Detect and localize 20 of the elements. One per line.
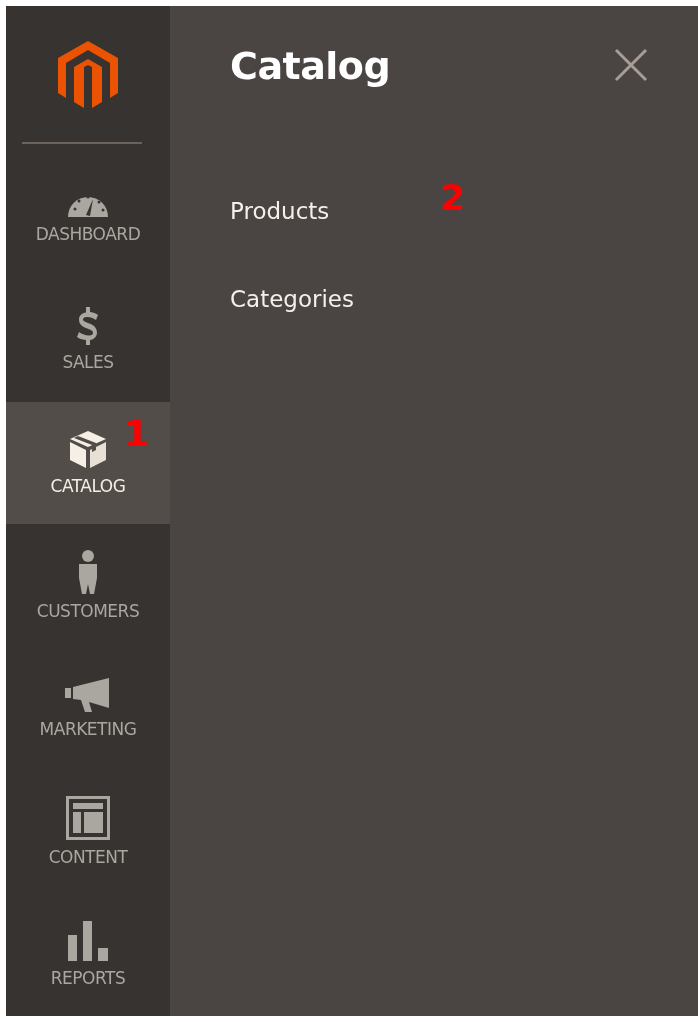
nav-item[interactable]: CUSTOMERS	[6, 524, 170, 648]
logo-icon[interactable]	[58, 40, 118, 111]
megaphone-icon	[65, 677, 111, 712]
layout-icon	[66, 795, 110, 840]
bar-chart-icon	[68, 920, 108, 961]
person-icon	[76, 549, 100, 594]
panel-title: Catalog	[230, 43, 391, 90]
box-icon	[68, 429, 108, 469]
nav-item[interactable]: DASHBOARD	[6, 155, 170, 279]
nav-item[interactable]: CONTENT	[6, 770, 170, 894]
nav-item[interactable]: SALES	[6, 278, 170, 402]
dollar-icon	[75, 307, 101, 346]
nav-item[interactable]: MARKETING	[6, 647, 170, 771]
nav-item[interactable]: REPORTS	[6, 893, 170, 1017]
annotation-number: 2	[440, 178, 466, 218]
menu-link[interactable]: Categories	[230, 280, 354, 318]
nav-item[interactable]: CATALOG 1	[6, 401, 170, 525]
menu-link[interactable]: Products	[230, 192, 330, 230]
close-icon[interactable]	[614, 48, 648, 82]
annotation-number: 1	[124, 413, 150, 454]
